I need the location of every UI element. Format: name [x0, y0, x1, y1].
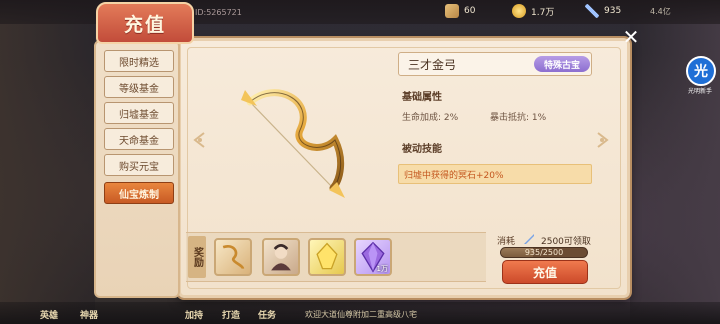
recharge-menu: 限时精选 等级基金 归墟基金 天命基金 购买元宝 仙宝炼制	[94, 40, 180, 298]
warrior-portrait-icon	[271, 244, 291, 271]
cost-text: 2500可领取	[541, 237, 591, 247]
reward-slot-bow[interactable]	[214, 238, 252, 276]
menu-item-destiny-fund[interactable]: 天命基金	[104, 128, 174, 150]
resource-value: 935	[604, 6, 622, 16]
bottom-menu-tasks[interactable]: 任务	[258, 308, 276, 321]
progress-text: 935/2500	[524, 248, 564, 257]
gold-ingot-icon	[512, 4, 526, 18]
bottom-menu-forge[interactable]: 打造	[222, 308, 240, 321]
resource-value: 60	[464, 6, 476, 16]
menu-item-guixu-fund[interactable]: 归墟基金	[104, 102, 174, 124]
consume-label: 消耗	[497, 237, 516, 247]
dialog-title-banner: 充值	[96, 2, 194, 44]
rarity-badge: 特殊古宝	[534, 56, 590, 72]
menu-item-level-fund[interactable]: 等级基金	[104, 76, 174, 98]
attr-hp-bonus: 生命加成: 2%	[402, 113, 459, 123]
event-badge-icon[interactable]: 光	[686, 56, 716, 86]
reward-slot-crystal[interactable]	[308, 238, 346, 276]
left-scene	[0, 0, 95, 324]
player-id: ID:5265721	[195, 8, 242, 17]
reward-label: 奖励	[188, 236, 206, 278]
attr-crit-resist: 暴击抵抗: 1%	[490, 113, 547, 123]
bottom-menu-blessing[interactable]: 加持	[185, 308, 203, 321]
resource-value: 1.7万	[531, 7, 555, 18]
passive-skill-text: 归墟中获得的冥石+20%	[404, 171, 504, 181]
bottom-menu-artifacts[interactable]: 神器	[80, 308, 98, 321]
resource-gold[interactable]: 1.7万	[512, 4, 554, 18]
sword-icon	[524, 234, 534, 244]
power-value: 4.4亿	[650, 7, 671, 16]
bottom-bar: 英雄 神器 加持 打造 任务 欢迎大道仙尊附加二重高级八宅	[0, 302, 720, 324]
news-marquee: 欢迎大道仙尊附加二重高级八宅	[305, 310, 417, 319]
menu-item-treasure-craft[interactable]: 仙宝炼制	[104, 182, 174, 204]
menu-item-limited[interactable]: 限时精选	[104, 50, 174, 72]
menu-item-buy-ingot[interactable]: 购买元宝	[104, 154, 174, 176]
golden-bow-icon	[241, 89, 345, 198]
dialog-title: 充值	[123, 13, 166, 36]
yellow-crystal-icon	[316, 242, 338, 270]
close-icon[interactable]: ✕	[620, 25, 642, 49]
resource-sword[interactable]: 935	[585, 4, 621, 18]
right-scene	[630, 0, 720, 324]
golden-bow-icon	[222, 245, 245, 270]
base-attr-title: 基础属性	[402, 92, 442, 103]
passive-skill-title: 被动技能	[402, 144, 442, 155]
reward-slot-gem[interactable]: 1万	[354, 238, 392, 276]
sword-icon	[585, 4, 599, 18]
reward-quantity: 1万	[376, 265, 388, 273]
scroll-icon	[445, 4, 459, 18]
bottom-menu-heroes[interactable]: 英雄	[40, 308, 58, 321]
item-name: 三才金弓	[408, 58, 457, 72]
recharge-button[interactable]: 充值	[502, 260, 588, 284]
chevron-right-icon[interactable]	[592, 130, 612, 150]
event-badge-label: 光明新手	[687, 88, 712, 95]
reward-slot-hero[interactable]	[262, 238, 300, 276]
resource-scroll[interactable]: 60	[445, 4, 475, 18]
